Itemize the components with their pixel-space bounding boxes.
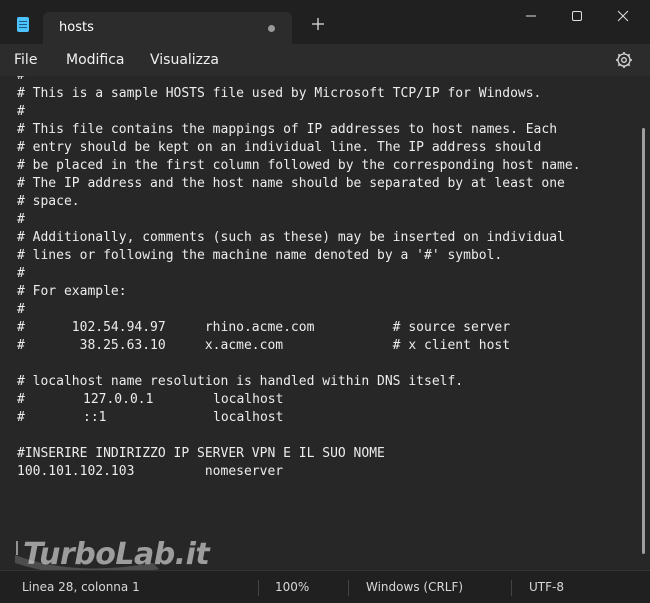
hosts-ip: ::1 [83, 410, 107, 425]
line-prefix: # [17, 392, 25, 407]
editor-line: # [17, 266, 25, 281]
unsaved-indicator-icon[interactable] [268, 25, 275, 32]
menu-visualizza[interactable]: Visualizza [150, 52, 219, 68]
status-bar: Linea 28, colonna 1 100% Windows (CRLF) … [0, 570, 650, 603]
line-prefix: # [17, 410, 25, 425]
editor-line: #::1 localhost [17, 409, 283, 427]
line-ending[interactable]: Windows (CRLF) [366, 580, 463, 594]
tab-title: hosts [59, 20, 94, 35]
menu-bar: File Modifica Visualizza [0, 44, 650, 76]
logo-text: TurboLab.it [23, 537, 210, 572]
notepad-icon [17, 17, 29, 32]
editor-line: # space. [17, 194, 80, 209]
maximize-icon [572, 11, 582, 21]
close-icon [617, 10, 629, 22]
editor-line: # lines or following the machine name de… [17, 248, 503, 263]
editor-line: # [17, 104, 25, 119]
editor-line: #INSERIRE INDIRIZZO IP SERVER VPN E IL S… [17, 446, 385, 461]
minimize-icon [526, 15, 536, 17]
cursor-position[interactable]: Linea 28, colonna 1 [22, 580, 140, 594]
editor-line: # The IP address and the host name shoul… [17, 176, 565, 191]
close-button[interactable] [600, 0, 646, 32]
new-tab-button[interactable] [308, 14, 328, 34]
maximize-button[interactable] [554, 0, 600, 32]
editor-line: # This file contains the mappings of IP … [17, 122, 558, 137]
zoom-level[interactable]: 100% [275, 580, 309, 594]
notepad-window: hosts File Modifica Visualizza # This is… [0, 0, 650, 603]
status-separator [348, 580, 349, 596]
plus-icon [312, 18, 324, 30]
hosts-ip: 127.0.0.1 [83, 392, 154, 407]
tab-hosts[interactable]: hosts [43, 12, 292, 44]
status-separator [511, 580, 512, 596]
settings-button[interactable] [614, 50, 634, 70]
editor-line: # be placed in the first column followed… [17, 158, 581, 173]
editor-line: # [17, 76, 25, 85]
gear-icon [616, 52, 632, 68]
hosts-name: localhost [213, 392, 284, 407]
text-editor[interactable]: # # This is a sample HOSTS file used by … [0, 76, 638, 570]
editor-line: 100.101.102.103 nomeserver [17, 464, 284, 479]
editor-line: # [17, 212, 25, 227]
editor-line: # Additionally, comments (such as these)… [17, 230, 565, 245]
menu-modifica[interactable]: Modifica [66, 52, 125, 68]
editor-line: # 38.25.63.10 x.acme.com # x client host [17, 338, 511, 353]
editor-line: # 102.54.94.97 rhino.acme.com # source s… [17, 320, 511, 335]
editor-line: # This is a sample HOSTS file used by Mi… [17, 86, 542, 101]
editor-line: # [17, 302, 25, 317]
hosts-name: localhost [213, 410, 284, 425]
editor-line: # localhost name resolution is handled w… [17, 374, 464, 389]
editor-line: # For example: [17, 284, 127, 299]
vertical-scrollbar[interactable] [638, 76, 650, 570]
menu-file[interactable]: File [14, 52, 37, 68]
editor-line: #127.0.0.1 localhost [17, 391, 283, 409]
status-separator [258, 580, 259, 596]
scrollbar-thumb[interactable] [642, 128, 645, 554]
encoding[interactable]: UTF-8 [529, 580, 564, 594]
title-bar: hosts [0, 0, 650, 44]
editor-line: # entry should be kept on an individual … [17, 140, 542, 155]
minimize-button[interactable] [508, 0, 554, 32]
